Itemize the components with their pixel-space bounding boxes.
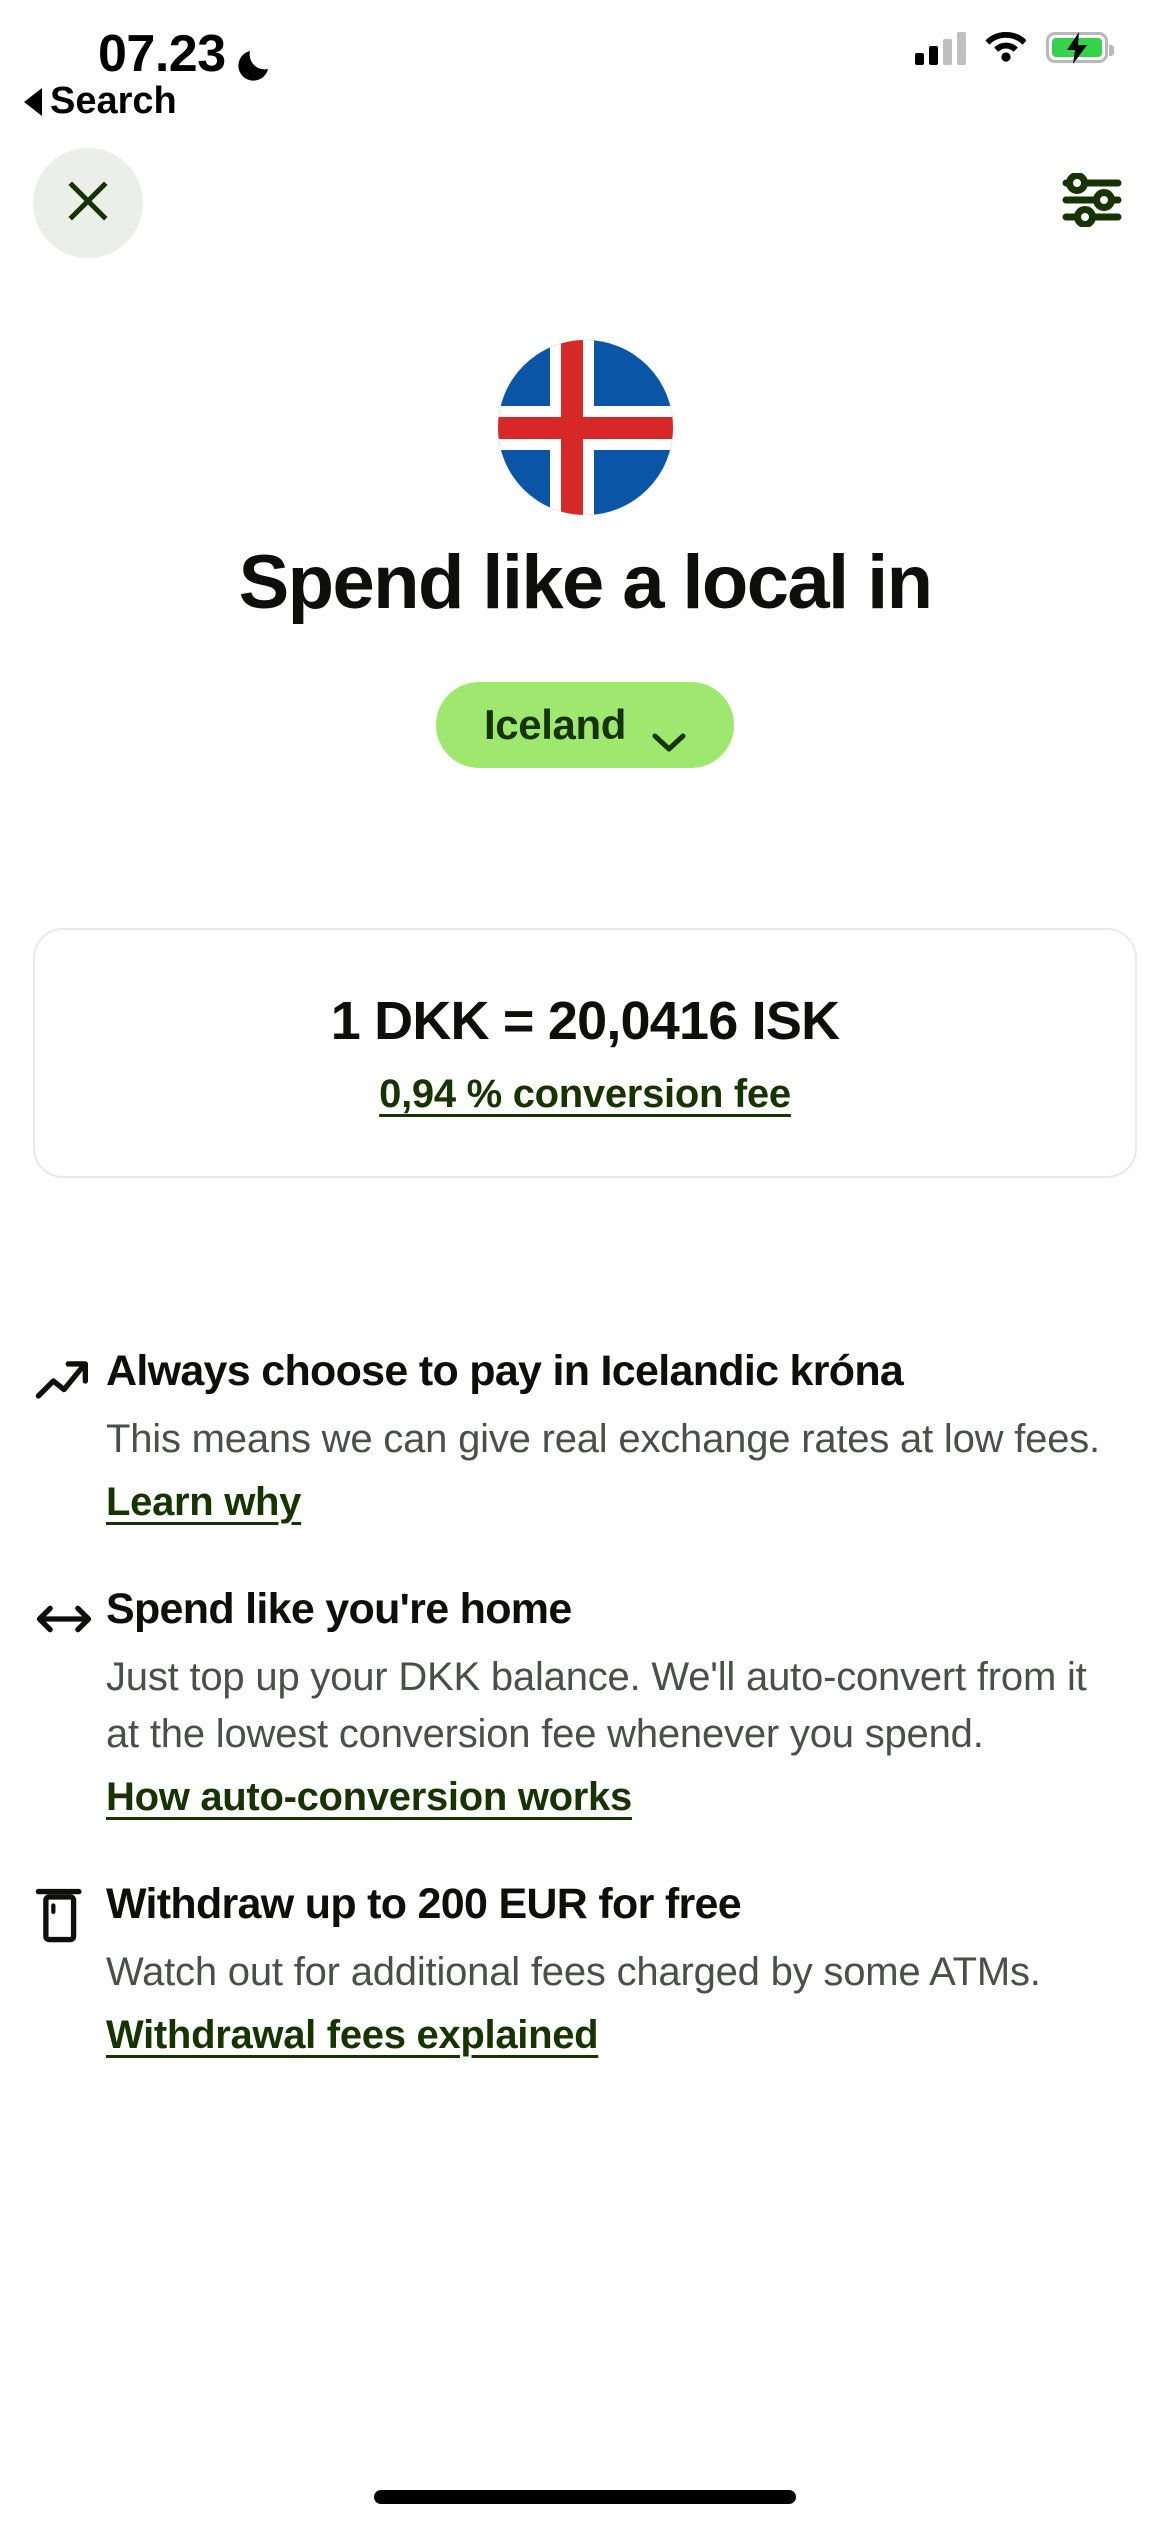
close-x-icon [64, 177, 112, 230]
nav-row [0, 148, 1170, 258]
trending-up-icon [32, 1345, 106, 1415]
feature-body: Withdraw up to 200 EUR for free Watch ou… [106, 1878, 1170, 2058]
left-right-arrow-icon [32, 1583, 106, 1653]
atm-machine-icon [32, 1878, 106, 1948]
feature-body: Always choose to pay in Icelandic króna … [106, 1345, 1170, 1525]
list-item: Withdraw up to 200 EUR for free Watch ou… [0, 1878, 1170, 2058]
feature-title: Withdraw up to 200 EUR for free [106, 1880, 742, 1928]
home-indicator [374, 2490, 796, 2504]
iceland-flag-icon [497, 340, 673, 515]
moon-icon [236, 36, 276, 81]
exchange-rate-value: 1 DKK = 20,0416 ISK [330, 990, 840, 1051]
back-triangle-icon [24, 87, 42, 116]
settings-button[interactable] [1052, 162, 1132, 242]
close-button[interactable] [33, 148, 143, 258]
status-bar-indicators [915, 28, 1114, 67]
country-selector-label: Iceland [484, 701, 626, 748]
list-item: Spend like you're home Just top up your … [0, 1583, 1170, 1820]
status-bar-time: 07.23 [98, 25, 226, 83]
feature-link[interactable]: How auto-conversion works [106, 1775, 632, 1820]
country-selector-wrap: Iceland [0, 682, 1170, 768]
back-to-search-label: Search [50, 80, 177, 122]
conversion-fee-link[interactable]: 0,94 % conversion fee [379, 1072, 791, 1117]
country-flag-wrap [0, 340, 1170, 515]
country-selector-button[interactable]: Iceland [436, 682, 734, 768]
bottom-fade-overlay [0, 2412, 1170, 2532]
status-bar-time-group: 07.23 [98, 24, 276, 84]
sliders-settings-icon [1062, 171, 1122, 232]
feature-link[interactable]: Withdrawal fees explained [106, 2013, 599, 2058]
feature-description: This means we can give real exchange rat… [106, 1417, 1100, 1461]
chevron-down-icon [652, 715, 686, 752]
phone-screen: 07.23 Search Spend like a local in Icela… [0, 0, 1170, 2532]
back-to-search-link[interactable]: Search [24, 80, 177, 123]
list-item: Always choose to pay in Icelandic króna … [0, 1345, 1170, 1525]
feature-link[interactable]: Learn why [106, 1480, 301, 1525]
feature-list: Always choose to pay in Icelandic króna … [0, 1345, 1170, 2116]
wifi-icon [984, 28, 1028, 67]
cellular-signal-icon [915, 31, 966, 65]
feature-body: Spend like you're home Just top up your … [106, 1583, 1170, 1820]
feature-title: Spend like you're home [106, 1585, 572, 1633]
page-title: Spend like a local in [238, 540, 933, 625]
feature-description: Watch out for additional fees charged by… [106, 1950, 1041, 1994]
battery-charging-icon [1046, 31, 1114, 64]
feature-title: Always choose to pay in Icelandic króna [106, 1347, 904, 1395]
feature-description: Just top up your DKK balance. We'll auto… [106, 1655, 1087, 1756]
exchange-rate-card: 1 DKK = 20,0416 ISK 0,94 % conversion fe… [33, 928, 1137, 1178]
